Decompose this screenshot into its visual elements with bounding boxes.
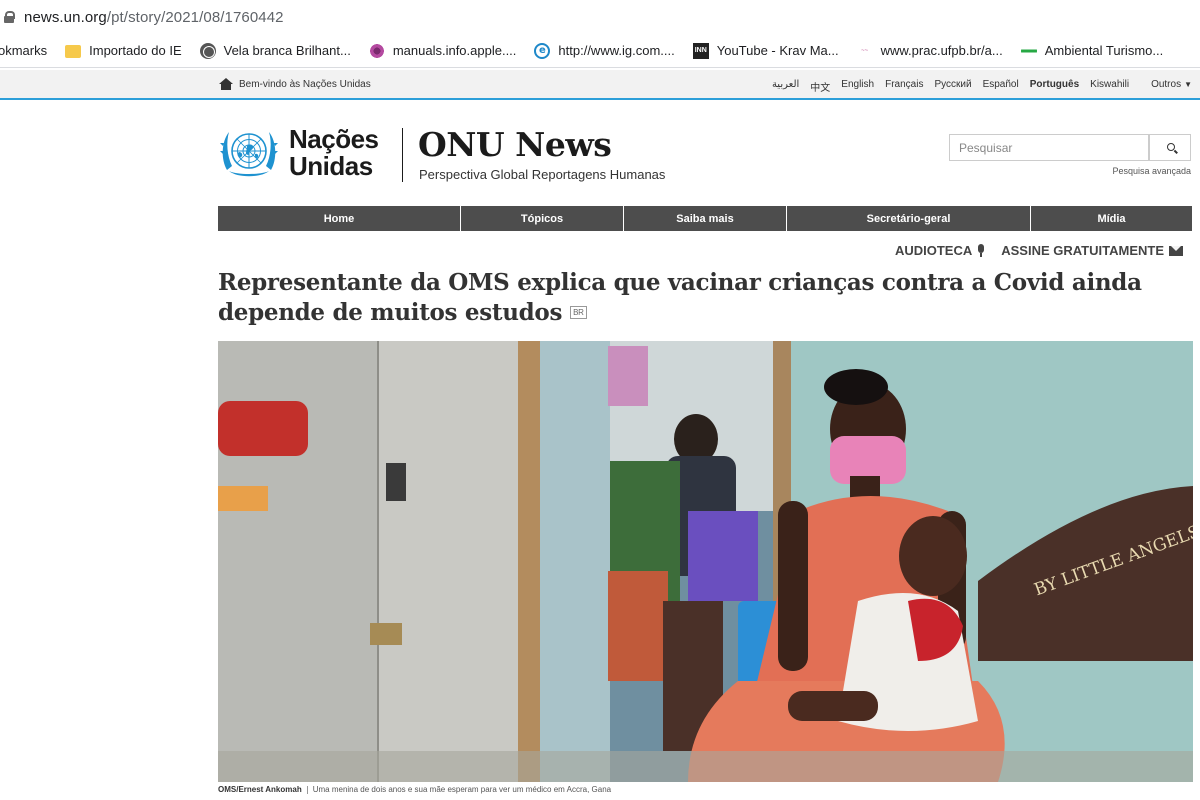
bookmark-item-prac[interactable]: ~~ www.prac.ufpb.br/a... xyxy=(849,37,1013,65)
main-nav: Home Tópicos Saiba mais Secretário-geral… xyxy=(218,206,1192,231)
leaf-icon xyxy=(1020,42,1037,59)
utility-links: AUDIOTECA ASSINE GRATUITAMENTE xyxy=(895,243,1183,258)
advanced-search-link[interactable]: Pesquisa avançada xyxy=(1112,166,1191,176)
folder-icon xyxy=(65,45,82,58)
lang-arabic[interactable]: العربية xyxy=(772,79,799,94)
article-photo: BY LITTLE ANGELS xyxy=(218,341,1193,782)
bookmark-item-importado[interactable]: Importado do IE xyxy=(57,37,192,65)
un-emblem-icon[interactable] xyxy=(217,124,281,182)
caption-divider xyxy=(306,785,308,794)
prac-icon: ~~ xyxy=(856,42,873,59)
photo-illustration: BY LITTLE ANGELS xyxy=(218,341,1193,782)
globe-icon xyxy=(199,42,216,59)
bookmark-item-bookmarks[interactable]: okmarks xyxy=(0,37,57,65)
home-icon xyxy=(219,78,233,90)
nav-item-midia[interactable]: Mídia xyxy=(1031,206,1192,231)
lang-russian[interactable]: Русский xyxy=(934,79,971,94)
caret-down-icon: ▼ xyxy=(1184,80,1192,89)
nav-item-saiba-mais[interactable]: Saiba mais xyxy=(624,206,787,231)
bookmark-item-ambiental[interactable]: Ambiental Turismo... xyxy=(1013,37,1174,65)
lang-english[interactable]: English xyxy=(841,79,874,94)
language-flag-badge: BR xyxy=(570,305,587,319)
subscribe-link[interactable]: ASSINE GRATUITAMENTE xyxy=(1001,243,1164,258)
lang-chinese[interactable]: 中文 xyxy=(810,79,830,94)
microphone-icon xyxy=(977,244,985,257)
un-top-bar: Bem-vindo às Nações Unidas العربية 中文 En… xyxy=(0,70,1200,100)
photo-caption: OMS/Ernest Ankomah Uma menina de dois ano… xyxy=(218,785,611,794)
nav-item-topicos[interactable]: Tópicos xyxy=(461,206,624,231)
nav-item-home[interactable]: Home xyxy=(218,206,461,231)
bookmark-item-ig[interactable]: e http://www.ig.com.... xyxy=(526,37,684,65)
welcome-link[interactable]: Bem-vindo às Nações Unidas xyxy=(219,78,371,90)
site-title[interactable]: ONU News xyxy=(418,125,612,164)
search-box xyxy=(949,134,1191,161)
brand-nacoes-unidas[interactable]: Nações Unidas xyxy=(289,126,379,180)
lang-spanish[interactable]: Español xyxy=(983,79,1019,94)
article-headline: Representante da OMS explica que vacinar… xyxy=(218,269,1142,326)
lang-french[interactable]: Français xyxy=(885,79,923,94)
photo-credit: OMS/Ernest Ankomah xyxy=(218,785,302,794)
bookmark-item-vela[interactable]: Vela branca Brilhant... xyxy=(192,37,361,65)
inn-icon: INN xyxy=(692,42,709,59)
address-bar[interactable]: news.un.org/pt/story/2021/08/1760442 xyxy=(0,0,1200,34)
lock-icon xyxy=(4,11,15,23)
flower-icon xyxy=(368,42,385,59)
brand-divider xyxy=(402,128,403,182)
caption-text: Uma menina de dois anos e sua mãe espera… xyxy=(312,785,612,794)
url-text[interactable]: news.un.org/pt/story/2021/08/1760442 xyxy=(24,9,284,26)
bookmark-item-youtube[interactable]: INN YouTube - Krav Ma... xyxy=(685,37,849,65)
nav-item-secretario-geral[interactable]: Secretário-geral xyxy=(787,206,1031,231)
bookmarks-bar: okmarks Importado do IE Vela branca Bril… xyxy=(0,34,1200,68)
language-switcher: العربية 中文 English Français Русский Espa… xyxy=(761,79,1192,94)
audioteca-link[interactable]: AUDIOTECA xyxy=(895,243,972,258)
envelope-icon xyxy=(1169,245,1183,256)
site-tagline: Perspectiva Global Reportagens Humanas xyxy=(419,167,666,182)
ie-icon: e xyxy=(534,42,551,59)
bookmark-item-manuals[interactable]: manuals.info.apple.... xyxy=(361,37,527,65)
lang-kiswahili[interactable]: Kiswahili xyxy=(1090,79,1129,94)
search-icon xyxy=(1167,143,1175,151)
lang-others[interactable]: Outros ▼ xyxy=(1140,79,1192,94)
lang-portuguese[interactable]: Português xyxy=(1030,79,1079,94)
search-button[interactable] xyxy=(1149,134,1191,161)
search-input[interactable] xyxy=(949,134,1149,161)
